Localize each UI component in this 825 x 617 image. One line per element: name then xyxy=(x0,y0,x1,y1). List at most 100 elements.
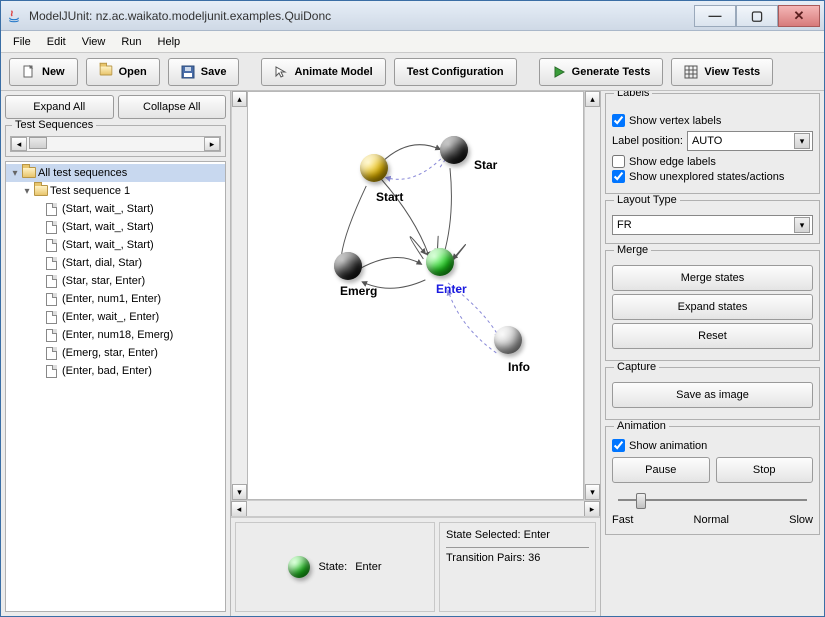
graph-vscroll-right[interactable]: ▴▾ xyxy=(584,91,600,500)
node-enter-label: Enter xyxy=(436,282,467,296)
test-configuration-button[interactable]: Test Configuration xyxy=(394,58,517,86)
tree-step-label: (Start, wait_, Start) xyxy=(62,221,154,233)
tree-step-label: (Start, wait_, Start) xyxy=(62,239,154,251)
new-button[interactable]: New xyxy=(9,58,78,86)
right-panel: Labels Show vertex labels Label position… xyxy=(600,91,824,616)
status-state-label: State: xyxy=(318,561,347,573)
view-tests-button[interactable]: View Tests xyxy=(671,58,773,86)
show-edge-checkbox[interactable] xyxy=(612,155,625,168)
layout-fieldset: Layout Type FR▾ xyxy=(605,200,820,244)
expand-states-button[interactable]: Expand states xyxy=(612,294,813,320)
scroll-thumb[interactable] xyxy=(29,137,47,149)
tree-step-label: (Enter, wait_, Enter) xyxy=(62,311,159,323)
save-icon xyxy=(181,65,195,79)
maximize-button[interactable]: ▢ xyxy=(736,5,778,27)
layout-value: FR xyxy=(617,219,632,231)
tree-step[interactable]: (Enter, bad, Enter) xyxy=(6,362,225,380)
show-unexplored-checkbox[interactable] xyxy=(612,170,625,183)
tree-step[interactable]: (Star, star, Enter) xyxy=(6,272,225,290)
main-content: Expand All Collapse All Test Sequences ◂… xyxy=(1,91,824,616)
show-animation-checkbox[interactable] xyxy=(612,439,625,452)
graph-canvas[interactable]: Start Star Emerg Enter Info xyxy=(247,91,584,500)
label-position-label: Label position: xyxy=(612,135,683,147)
label-position-combo[interactable]: AUTO ▾ xyxy=(687,131,813,151)
animate-model-button[interactable]: Animate Model xyxy=(261,58,385,86)
slider-slow-label: Slow xyxy=(789,514,813,526)
tree-step[interactable]: (Enter, wait_, Enter) xyxy=(6,308,225,326)
node-start[interactable] xyxy=(360,154,388,182)
new-icon xyxy=(22,65,36,79)
graph-vscroll-left[interactable]: ▴▾ xyxy=(231,91,247,500)
show-unexplored-label: Show unexplored states/actions xyxy=(629,171,784,183)
tree-step[interactable]: (Start, wait_, Start) xyxy=(6,236,225,254)
expand-all-button[interactable]: Expand All xyxy=(5,95,114,119)
open-button[interactable]: Open xyxy=(86,58,160,86)
animate-label: Animate Model xyxy=(294,66,372,78)
labels-fieldset: Labels Show vertex labels Label position… xyxy=(605,93,820,194)
node-emerg[interactable] xyxy=(334,252,362,280)
node-star[interactable] xyxy=(440,136,468,164)
node-star-label: Star xyxy=(474,158,497,172)
menu-bar: File Edit View Run Help xyxy=(1,31,824,53)
graph-hscroll[interactable]: ◂▸ xyxy=(231,500,600,516)
menu-view[interactable]: View xyxy=(74,33,114,51)
tree-step[interactable]: (Start, wait_, Start) xyxy=(6,200,225,218)
chevron-down-icon: ▾ xyxy=(794,133,810,149)
open-icon xyxy=(99,65,113,79)
collapse-all-button[interactable]: Collapse All xyxy=(118,95,227,119)
menu-edit[interactable]: Edit xyxy=(39,33,74,51)
main-toolbar: New Open Save Animate Model Test Configu… xyxy=(1,53,824,91)
label-position-value: AUTO xyxy=(692,135,722,147)
animation-legend: Animation xyxy=(614,420,669,432)
tree-step-label: (Start, dial, Star) xyxy=(62,257,142,269)
tree-step[interactable]: (Emerg, star, Enter) xyxy=(6,344,225,362)
stop-button[interactable]: Stop xyxy=(716,457,814,483)
labels-legend: Labels xyxy=(614,91,652,99)
tree-step[interactable]: (Enter, num18, Emerg) xyxy=(6,326,225,344)
chevron-down-icon: ▾ xyxy=(794,217,810,233)
menu-run[interactable]: Run xyxy=(113,33,149,51)
play-icon xyxy=(552,65,566,79)
save-as-image-button[interactable]: Save as image xyxy=(612,382,813,408)
reset-button[interactable]: Reset xyxy=(612,323,813,349)
node-start-label: Start xyxy=(376,190,403,204)
minimize-button[interactable]: — xyxy=(694,5,736,27)
viewtests-label: View Tests xyxy=(704,66,760,78)
menu-file[interactable]: File xyxy=(5,33,39,51)
tree-step[interactable]: (Start, dial, Star) xyxy=(6,254,225,272)
close-button[interactable]: ✕ xyxy=(778,5,820,27)
menu-help[interactable]: Help xyxy=(150,33,189,51)
java-icon xyxy=(5,7,23,25)
status-node-icon xyxy=(288,556,310,578)
tree-root[interactable]: ▾All test sequences xyxy=(6,164,225,182)
show-edge-label: Show edge labels xyxy=(629,156,716,168)
sequence-scroller[interactable]: ◂ ▸ xyxy=(10,136,221,152)
node-info-label: Info xyxy=(508,360,530,374)
slider-normal-label: Normal xyxy=(694,514,729,526)
scroll-left-arrow[interactable]: ◂ xyxy=(11,137,27,151)
test-sequences-legend: Test Sequences xyxy=(12,119,96,131)
scroll-right-arrow[interactable]: ▸ xyxy=(204,137,220,151)
slider-fast-label: Fast xyxy=(612,514,633,526)
open-label: Open xyxy=(119,66,147,78)
pause-button[interactable]: Pause xyxy=(612,457,710,483)
merge-fieldset: Merge Merge states Expand states Reset xyxy=(605,250,820,361)
speed-slider[interactable] xyxy=(612,490,813,510)
title-bar: ModelJUnit: nz.ac.waikato.modeljunit.exa… xyxy=(1,1,824,31)
generate-tests-button[interactable]: Generate Tests xyxy=(539,58,664,86)
show-vertex-checkbox[interactable] xyxy=(612,114,625,127)
slider-thumb[interactable] xyxy=(636,493,646,509)
tree-sequence[interactable]: ▾Test sequence 1 xyxy=(6,182,225,200)
state-selected-text: State Selected: Enter xyxy=(446,529,589,541)
merge-states-button[interactable]: Merge states xyxy=(612,265,813,291)
tree-step[interactable]: (Enter, num1, Enter) xyxy=(6,290,225,308)
tree-step-label: (Enter, num18, Emerg) xyxy=(62,329,173,341)
node-info[interactable] xyxy=(494,326,522,354)
capture-fieldset: Capture Save as image xyxy=(605,367,820,420)
node-enter[interactable] xyxy=(426,248,454,276)
tree-step[interactable]: (Start, wait_, Start) xyxy=(6,218,225,236)
tree-seq-label: Test sequence 1 xyxy=(50,185,130,197)
save-button[interactable]: Save xyxy=(168,58,240,86)
tree-step-label: (Emerg, star, Enter) xyxy=(62,347,158,359)
layout-type-combo[interactable]: FR ▾ xyxy=(612,215,813,235)
